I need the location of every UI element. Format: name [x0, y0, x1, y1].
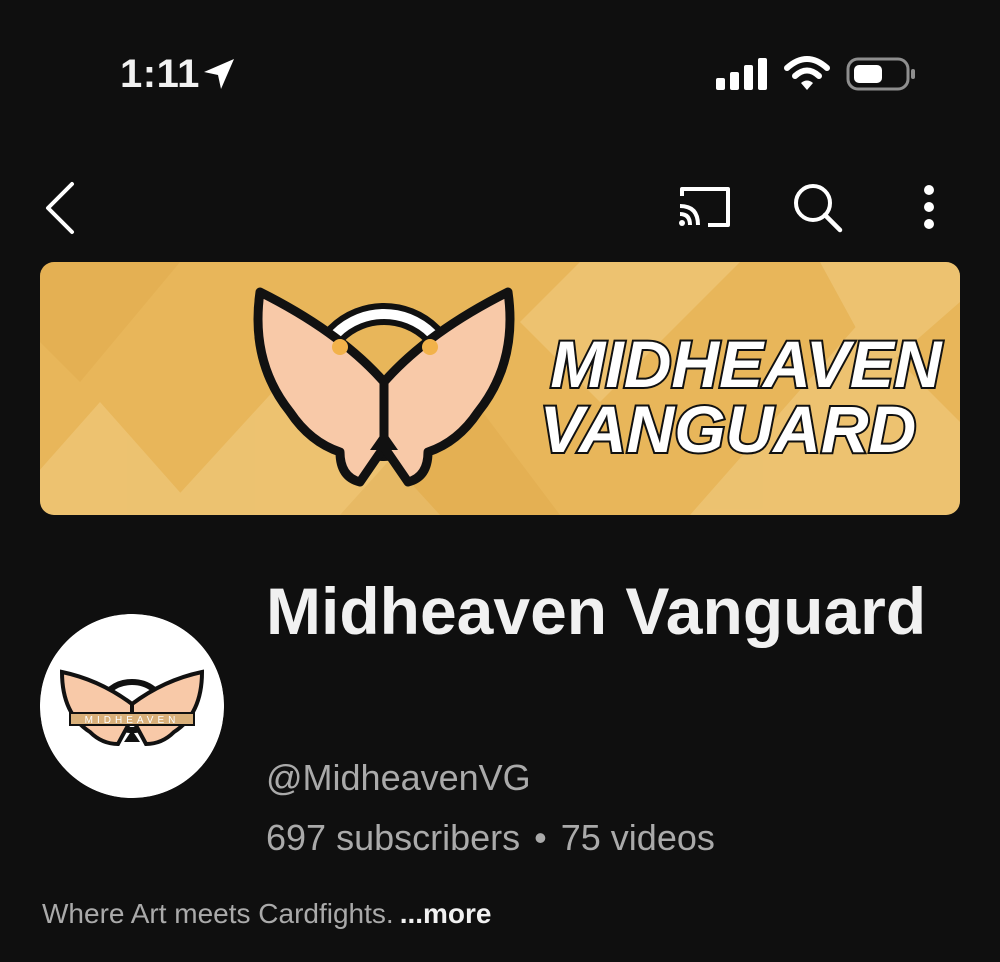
- avatar-lettering: MIDHEAVEN: [85, 715, 180, 726]
- cast-button[interactable]: [676, 184, 732, 230]
- cellular-signal-icon: [716, 58, 768, 95]
- avatar-logo: MIDHEAVEN: [40, 614, 224, 798]
- cast-icon: [679, 187, 730, 227]
- back-button[interactable]: [40, 178, 84, 238]
- more-vertical-icon: [924, 185, 934, 229]
- status-time: 1:11: [120, 52, 200, 96]
- back-chevron-icon: [46, 182, 74, 234]
- battery-icon: [846, 56, 916, 97]
- wifi-icon: [784, 56, 830, 97]
- search-icon: [794, 184, 843, 233]
- location-arrow-icon: [200, 55, 238, 98]
- channel-avatar[interactable]: MIDHEAVEN: [40, 614, 224, 798]
- channel-handle: @MidheavenVG: [266, 757, 531, 798]
- more-link[interactable]: ...more: [400, 898, 492, 929]
- stats-separator: •: [534, 817, 547, 858]
- channel-name: Midheaven Vanguard: [266, 574, 927, 648]
- description-text: Where Art meets Cardfights.: [42, 898, 394, 929]
- search-button[interactable]: [790, 180, 844, 234]
- channel-banner: MIDHEAVEN VANGUARD: [40, 262, 960, 515]
- more-options-button[interactable]: [914, 182, 944, 232]
- banner-title-line2: VANGUARD: [540, 392, 916, 466]
- banner-title-line1: MIDHEAVEN: [550, 327, 942, 401]
- channel-stats: 697 subscribers • 75 videos: [266, 817, 715, 859]
- banner-image: MIDHEAVEN VANGUARD: [40, 262, 960, 515]
- video-count: 75 videos: [560, 817, 715, 858]
- subscriber-count: 697 subscribers: [266, 817, 521, 858]
- channel-description[interactable]: Where Art meets Cardfights. ...more: [42, 898, 492, 930]
